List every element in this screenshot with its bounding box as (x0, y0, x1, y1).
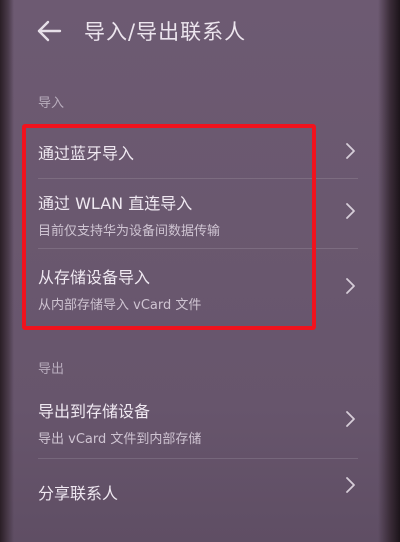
divider (38, 248, 358, 249)
header-bar: 导入/导出联系人 (0, 0, 400, 64)
chevron-right-icon (344, 410, 356, 428)
phone-bezel-left (0, 0, 14, 542)
export-storage-item[interactable]: 导出到存储设备 导出 vCard 文件到内部存储 (30, 388, 370, 452)
chevron-right-icon (344, 142, 356, 160)
share-contacts-label: 分享联系人 (38, 484, 119, 503)
share-contacts-item[interactable]: 分享联系人 (30, 462, 370, 518)
section-label-export: 导出 (38, 362, 65, 377)
section-label-import: 导入 (38, 96, 65, 111)
chevron-right-icon (344, 202, 356, 220)
import-bluetooth-label: 通过蓝牙导入 (38, 144, 135, 163)
export-storage-subtitle: 导出 vCard 文件到内部存储 (38, 432, 202, 447)
page-title: 导入/导出联系人 (84, 20, 247, 44)
divider (38, 458, 358, 459)
chevron-right-icon (344, 277, 356, 295)
contacts-import-export-screen: 导入/导出联系人 导入 通过蓝牙导入 通过 WLAN 直连导入 目前仅支持华为设… (0, 0, 400, 542)
import-storage-label: 从存储设备导入 (38, 268, 151, 287)
import-bluetooth-item[interactable]: 通过蓝牙导入 (30, 124, 370, 178)
divider (38, 178, 358, 179)
import-wlan-direct-subtitle: 目前仅支持华为设备间数据传输 (38, 224, 221, 239)
arrow-left-icon[interactable] (34, 18, 64, 44)
import-storage-subtitle: 从内部存储导入 vCard 文件 (38, 298, 202, 313)
import-wlan-direct-label: 通过 WLAN 直连导入 (38, 194, 193, 213)
export-storage-label: 导出到存储设备 (38, 402, 151, 421)
chevron-right-icon (344, 476, 356, 494)
import-storage-item[interactable]: 从存储设备导入 从内部存储导入 vCard 文件 (30, 250, 370, 324)
import-wlan-direct-item[interactable]: 通过 WLAN 直连导入 目前仅支持华为设备间数据传输 (30, 180, 370, 246)
phone-bezel-right (378, 0, 400, 542)
